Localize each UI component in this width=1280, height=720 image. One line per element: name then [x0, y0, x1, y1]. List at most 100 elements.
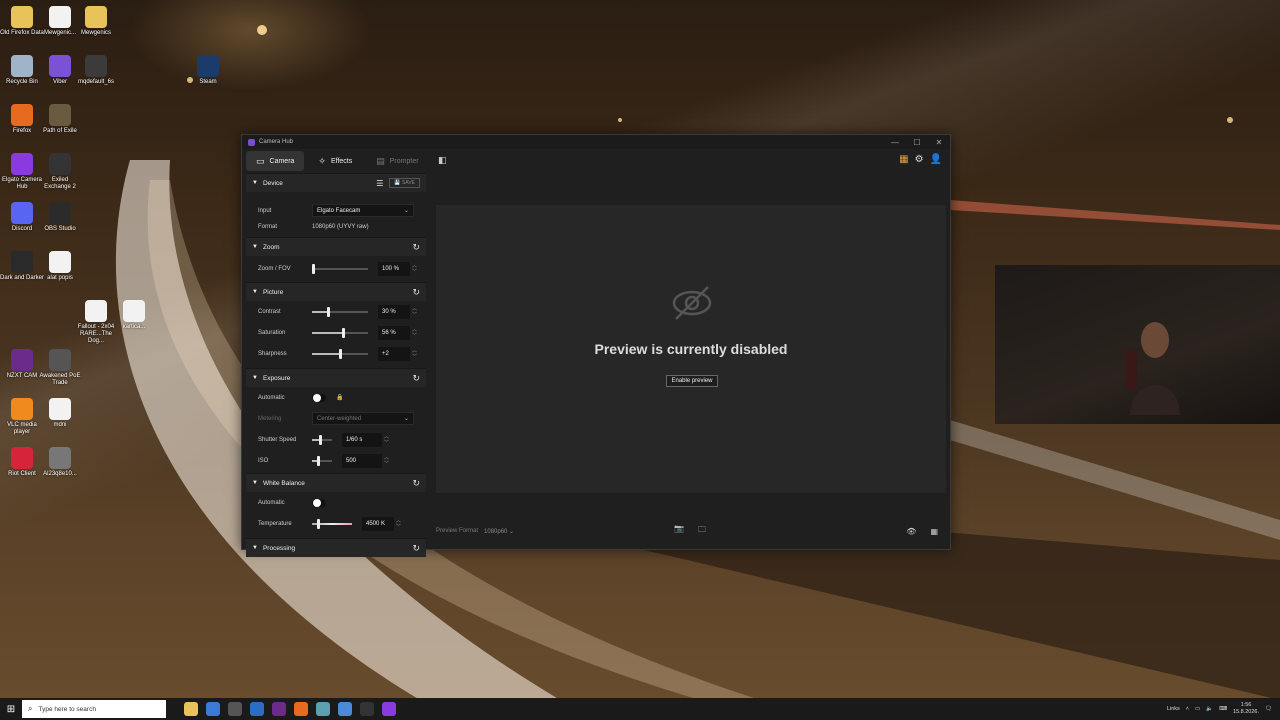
section-zoom[interactable]: ▼ Zoom ↻	[246, 237, 426, 256]
exposure-automatic-toggle[interactable]	[312, 393, 326, 402]
reset-icon[interactable]: ↻	[412, 373, 420, 384]
settings-sidebar: ▼ Device ☰ 💾 SAVE Input Elgato Facecam ⌄…	[246, 173, 426, 557]
magic-wand-icon: ✧	[318, 155, 326, 166]
browser-icon[interactable]	[338, 702, 352, 716]
saturation-value[interactable]: 56 %	[378, 325, 410, 340]
notification-icon[interactable]: 🗨	[1265, 706, 1272, 712]
tab-effects[interactable]: ✧ Effects	[308, 151, 362, 171]
minimize-button[interactable]: —	[884, 138, 906, 147]
clock[interactable]: 1:56 15.8.2026.	[1233, 702, 1259, 716]
preview-area: Preview is currently disabled Enable pre…	[436, 205, 946, 493]
saturation-slider[interactable]	[312, 327, 368, 338]
apps-grid-icon[interactable]: ▦	[899, 154, 908, 165]
chevron-up-icon[interactable]: ˄	[1186, 706, 1189, 712]
preview-format-select[interactable]: 1080p60 ⌄	[484, 528, 514, 535]
desktop-app-icon	[11, 55, 33, 77]
desktop-app-icon	[49, 251, 71, 273]
shutter-slider[interactable]	[312, 434, 332, 445]
iso-slider[interactable]	[312, 455, 332, 466]
desktop-icon[interactable]: Al23q8e10...	[38, 447, 82, 478]
zoom-value[interactable]: 100 %	[378, 262, 410, 276]
taskbar-search[interactable]: ⌕ Type here to search	[22, 700, 166, 718]
reset-icon[interactable]: ↻	[412, 287, 420, 298]
temperature-stepper[interactable]: ︿ ﹀	[396, 518, 401, 530]
sharpness-stepper[interactable]: ︿ ﹀	[412, 348, 417, 360]
desktop-icon[interactable]: Path of Exile	[38, 104, 82, 135]
notepad-icon[interactable]	[316, 702, 330, 716]
wb-automatic-row: Automatic	[246, 492, 426, 513]
close-button[interactable]: ✕	[928, 138, 950, 147]
desktop-icon[interactable]: mqdefault_6s	[74, 55, 118, 86]
volume-icon[interactable]: 🔈	[1206, 706, 1213, 712]
section-device[interactable]: ▼ Device ☰ 💾 SAVE	[246, 173, 426, 192]
lock-icon: 🔒	[336, 395, 344, 401]
saturation-stepper[interactable]: ︿ ﹀	[412, 327, 417, 339]
store-icon[interactable]	[206, 702, 220, 716]
mail-icon[interactable]	[250, 702, 264, 716]
language-icon[interactable]: ⌨	[1219, 706, 1227, 712]
contrast-stepper[interactable]: ︿ ﹀	[412, 306, 417, 318]
user-icon[interactable]: 👤	[930, 154, 942, 165]
nzxt-icon[interactable]	[272, 702, 286, 716]
gear-icon[interactable]: ⚙	[915, 154, 924, 165]
shutter-stepper[interactable]: ︿ ﹀	[384, 434, 389, 446]
tab-prompter[interactable]: ▤ Prompter	[366, 151, 428, 171]
grid-icon[interactable]: ▦	[930, 527, 938, 536]
tab-bar: ▭ Camera ✧ Effects ▤ Prompter ◧ ▦ ⚙ 👤	[242, 149, 950, 173]
zoom-stepper[interactable]: ︿ ﹀	[412, 263, 417, 275]
system-tray: Links ˄ ▭ 🔈 ⌨ 1:56 15.8.2026. 🗨	[1167, 702, 1280, 716]
section-exposure[interactable]: ▼ Exposure ↻	[246, 368, 426, 387]
desktop-app-icon	[123, 300, 145, 322]
desktop-icon[interactable]: alat popis	[38, 251, 82, 282]
eye-icon[interactable]: 👁	[906, 527, 916, 536]
section-picture[interactable]: ▼ Picture ↻	[246, 282, 426, 301]
file-explorer-icon[interactable]	[184, 702, 198, 716]
section-processing[interactable]: ▼ Processing ↻	[246, 538, 426, 557]
desktop-icon[interactable]: Awakened PoE Trade	[38, 349, 82, 387]
sharpness-slider[interactable]	[312, 348, 368, 359]
reset-icon[interactable]: ↻	[412, 543, 420, 554]
iso-stepper[interactable]: ︿ ﹀	[384, 455, 389, 467]
metering-select[interactable]: Center-weighted ⌄	[312, 412, 414, 425]
desktop-icon[interactable]: Steam	[186, 55, 230, 86]
desktop-icon[interactable]: Mewgenics	[74, 6, 118, 37]
desktop-app-icon	[11, 398, 33, 420]
desktop-icon[interactable]: Exiled Exchange 2	[38, 153, 82, 191]
reset-icon[interactable]: ↻	[412, 478, 420, 489]
desktop-icon[interactable]: OBS Studio	[38, 202, 82, 233]
windows-start-icon[interactable]: ⊞	[0, 704, 22, 715]
iso-value[interactable]: 500	[342, 453, 382, 468]
input-select[interactable]: Elgato Facecam ⌄	[312, 204, 414, 217]
desktop-app-icon	[11, 349, 33, 371]
shutter-value[interactable]: 1/60 s	[342, 432, 382, 447]
desktop-icon[interactable]: kartica...	[112, 300, 156, 331]
contrast-value[interactable]: 30 %	[378, 304, 410, 319]
tab-camera[interactable]: ▭ Camera	[246, 151, 305, 171]
search-placeholder: Type here to search	[38, 705, 96, 713]
snapshot-icon[interactable]: 📷	[674, 524, 684, 538]
app-icon[interactable]	[228, 702, 242, 716]
caret-down-icon: ▼	[252, 545, 258, 551]
obs-icon[interactable]	[360, 702, 374, 716]
enable-preview-button[interactable]: Enable preview	[666, 375, 718, 387]
section-white-balance[interactable]: ▼ White Balance ↻	[246, 473, 426, 492]
network-icon[interactable]: ▭	[1195, 706, 1200, 712]
zoom-slider[interactable]	[312, 264, 368, 274]
wb-automatic-toggle[interactable]	[312, 498, 326, 507]
contrast-slider[interactable]	[312, 306, 368, 317]
firefox-icon[interactable]	[294, 702, 308, 716]
desktop-icon-label: Path of Exile	[43, 128, 77, 134]
sharpness-value[interactable]: +2	[378, 346, 410, 361]
menu-icon[interactable]: ☰	[376, 179, 383, 188]
preview-format-label: Preview Format	[436, 528, 479, 534]
save-button[interactable]: 💾 SAVE	[389, 178, 420, 188]
desktop-icon[interactable]: mdni	[38, 398, 82, 429]
reset-icon[interactable]: ↻	[412, 242, 420, 253]
camera-hub-taskbar-icon[interactable]	[382, 702, 396, 716]
panel-toggle-icon[interactable]: ◧	[438, 155, 447, 166]
temperature-slider[interactable]	[312, 518, 352, 529]
maximize-button[interactable]: ☐	[906, 138, 928, 147]
folder-icon[interactable]: 🗀	[698, 524, 706, 538]
tray-links[interactable]: Links	[1167, 706, 1180, 712]
temperature-value[interactable]: 4500 K	[362, 516, 394, 531]
